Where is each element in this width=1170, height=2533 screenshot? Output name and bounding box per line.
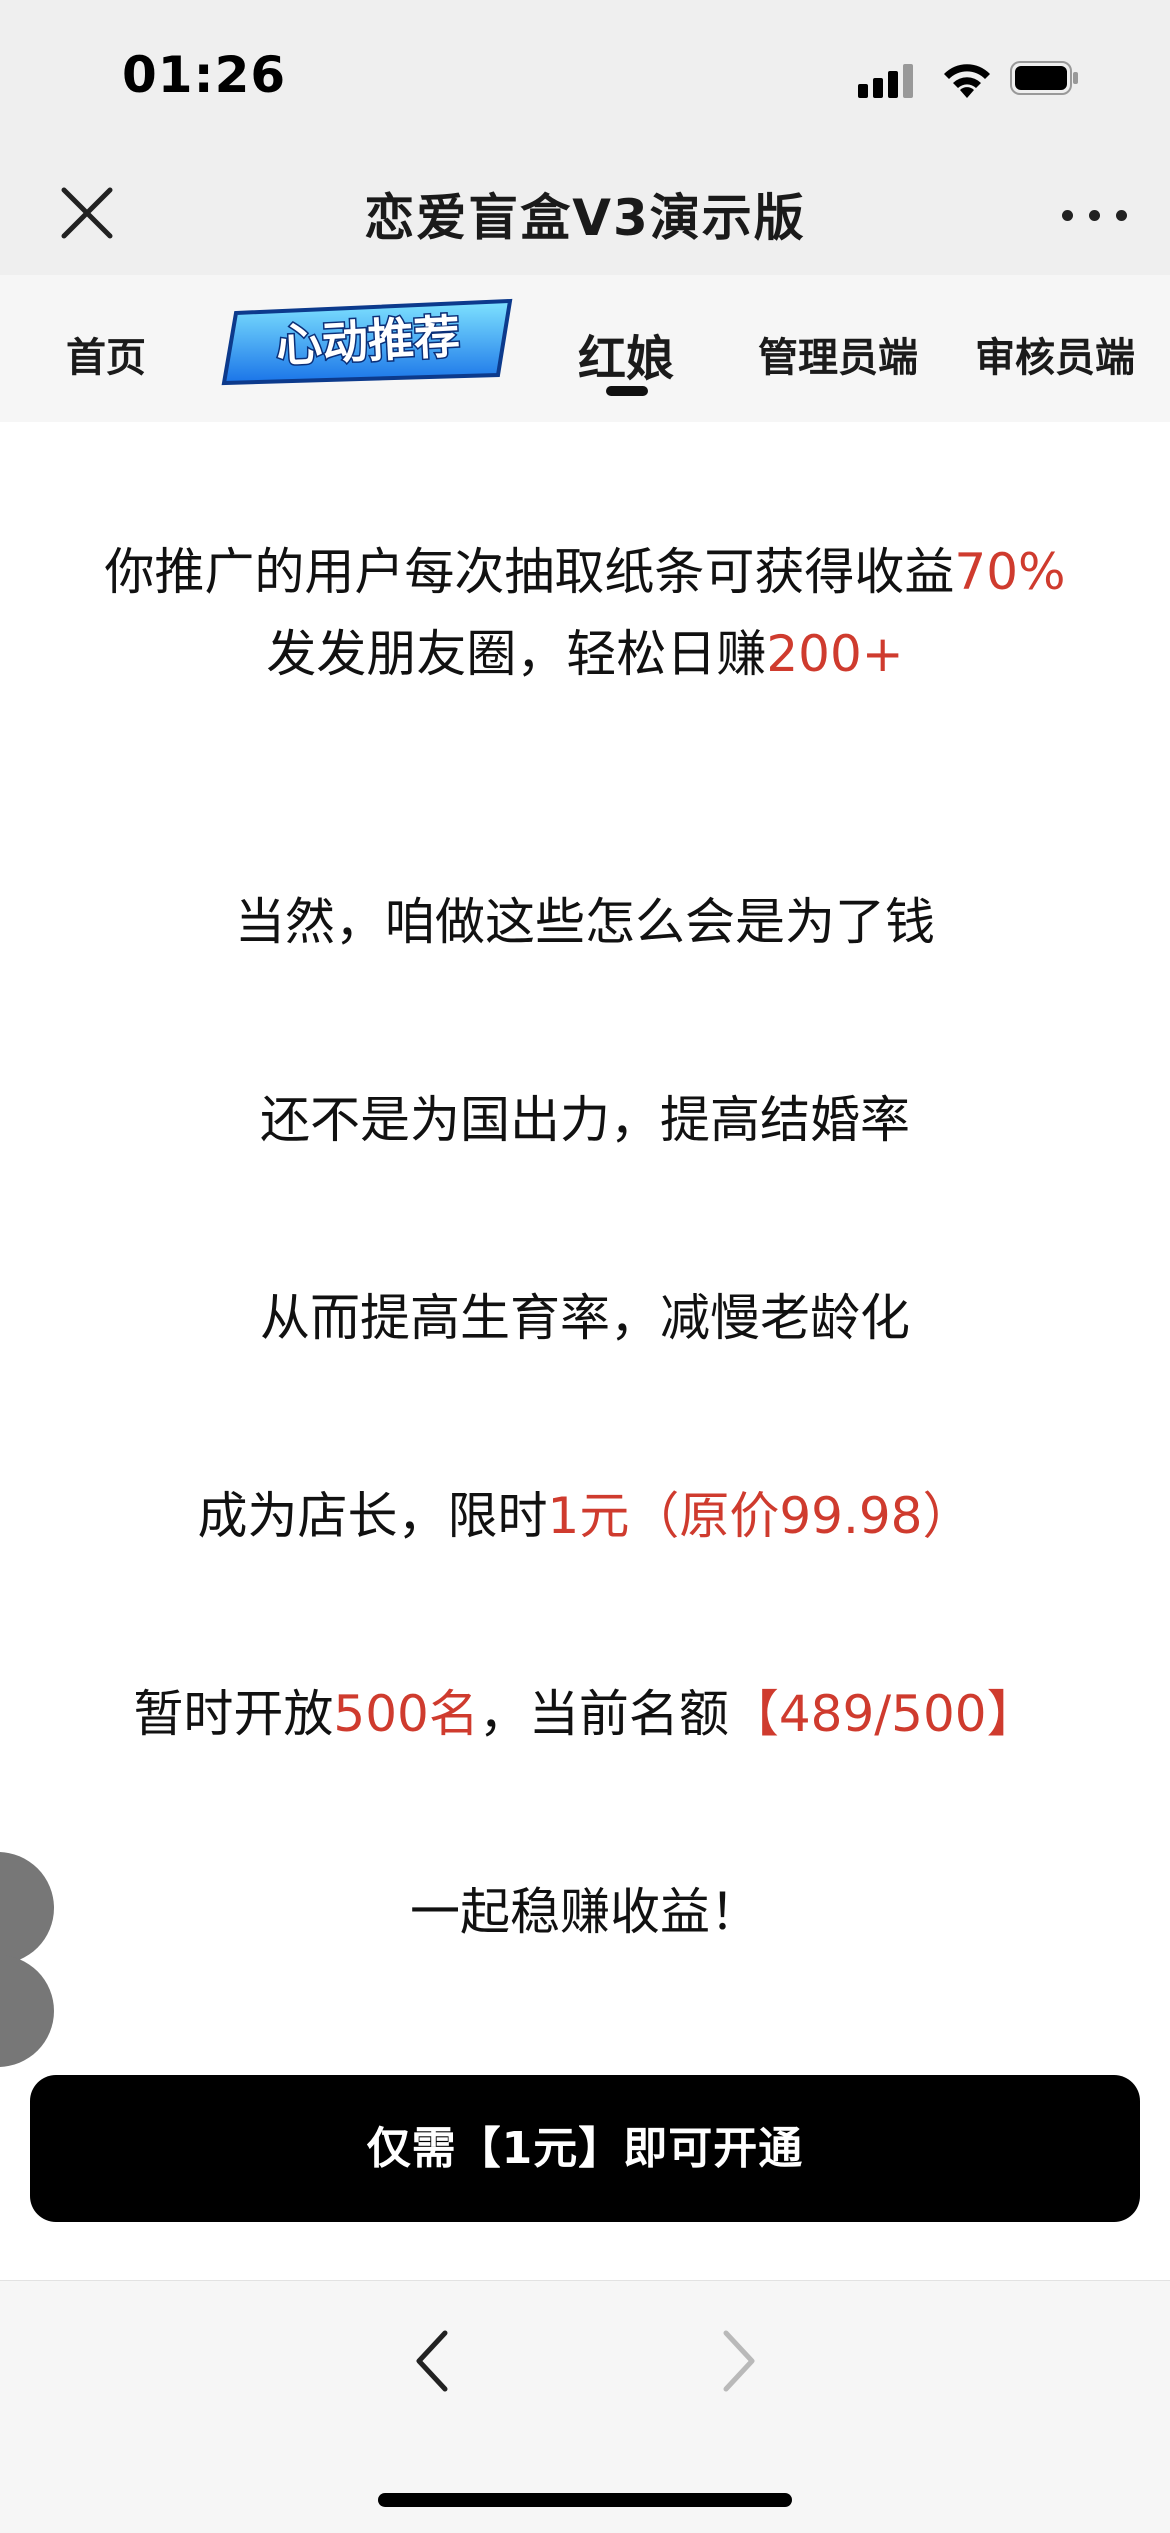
forward-arrow-icon[interactable] <box>706 2321 766 2401</box>
wifi-icon <box>944 64 990 98</box>
status-bar: 01:26 <box>0 0 1170 150</box>
active-tab-indicator <box>606 386 648 396</box>
tab-admin[interactable]: 管理员端 <box>758 325 918 383</box>
promo-line-quota: 暂时开放500名，当前名额【489/500】 <box>133 1685 1037 1743</box>
nav-bar: 恋爱盲盒V3演示版 <box>0 150 1170 275</box>
promo-line-country: 还不是为国出力，提高结婚率 <box>260 1091 910 1149</box>
tab-home[interactable]: 首页 <box>66 325 146 383</box>
promo-content: 你推广的用户每次抽取纸条可获得收益70% 发发朋友圈，轻松日赚200+ 当然，咱… <box>0 422 1170 2280</box>
promo-line-together: 一起稳赚收益！ <box>410 1883 760 1941</box>
tab-reviewer[interactable]: 审核员端 <box>975 325 1135 383</box>
status-time: 01:26 <box>122 46 287 104</box>
promo-line-money: 当然，咱做这些怎么会是为了钱 <box>235 893 935 951</box>
promo-badge-heart-recommend[interactable]: 心动推荐 <box>218 295 518 387</box>
promo-line-birthrate: 从而提高生育率，减慢老龄化 <box>260 1289 910 1347</box>
cellular-signal-icon <box>858 62 916 98</box>
page-title: 恋爱盲盒V3演示版 <box>364 189 806 247</box>
more-options-icon[interactable] <box>1050 200 1140 230</box>
home-indicator[interactable] <box>378 2493 792 2507</box>
activate-button[interactable]: 仅需【1元】即可开通 <box>30 2075 1140 2222</box>
promo-line-daily: 发发朋友圈，轻松日赚200+ <box>266 625 904 683</box>
tab-bar: 首页 心动推荐 红娘 管理员端 审核员端 <box>0 275 1170 422</box>
back-arrow-icon[interactable] <box>405 2321 465 2401</box>
promo-line-earnings: 你推广的用户每次抽取纸条可获得收益70% <box>104 543 1066 601</box>
svg-text:心动推荐: 心动推荐 <box>275 309 462 373</box>
battery-icon <box>1010 61 1078 95</box>
promo-line-price: 成为店长，限时1元（原价99.98） <box>197 1487 973 1545</box>
tab-matchmaker[interactable]: 红娘 <box>578 319 674 389</box>
